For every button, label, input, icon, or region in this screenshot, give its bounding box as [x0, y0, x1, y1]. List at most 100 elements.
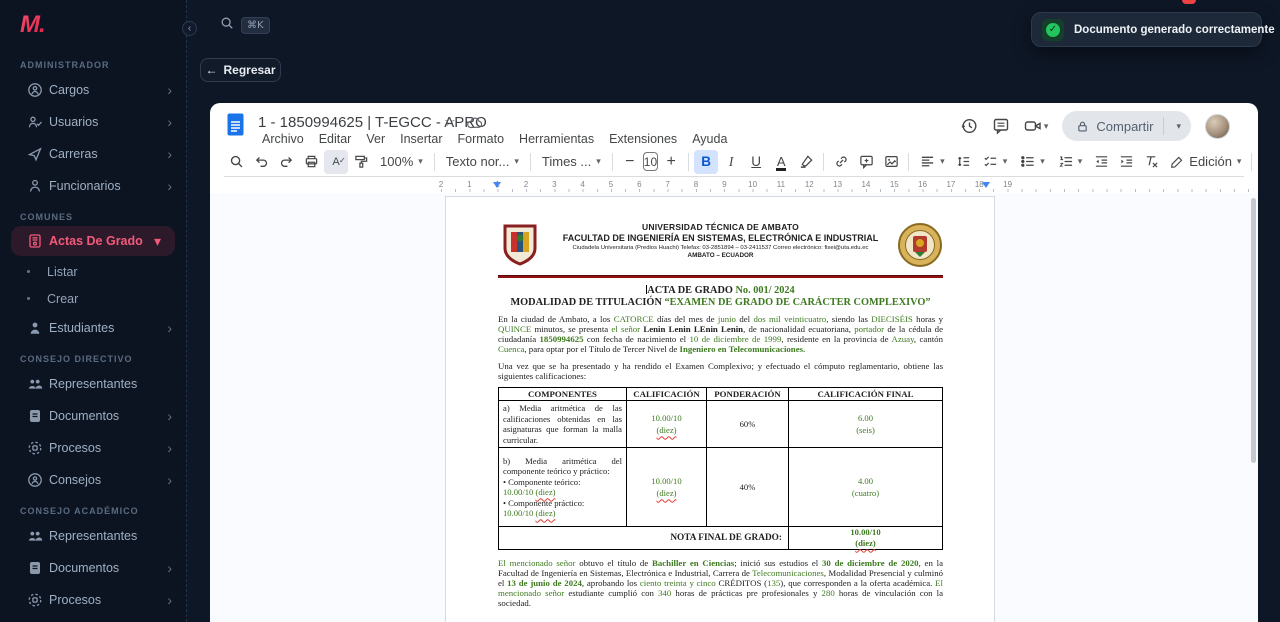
menu-extensiones[interactable]: Extensiones	[603, 131, 683, 147]
sidebar-item-label: Representantes	[49, 377, 137, 391]
sidebar-item-cargos[interactable]: Cargos ›	[0, 74, 186, 106]
spellcheck-icon[interactable]: A✓	[324, 150, 348, 174]
redo-icon[interactable]	[274, 150, 298, 174]
divider	[612, 153, 613, 171]
document-page[interactable]: UNIVERSIDAD TÉCNICA DE AMBATO FACULTAD D…	[445, 196, 995, 622]
text-color-button[interactable]: A	[769, 150, 793, 174]
version-history-icon[interactable]	[960, 117, 978, 135]
sidebar-item-funcionarios[interactable]: Funcionarios ›	[0, 170, 186, 202]
bold-button[interactable]: B	[694, 150, 718, 174]
undo-icon[interactable]	[249, 150, 273, 174]
sidebar-item-label: Estudiantes	[49, 321, 114, 335]
sidebar-item-usuarios[interactable]: Usuarios ›	[0, 106, 186, 138]
sidebar-item-actas-de-grado[interactable]: Actas De Grado ▾	[11, 226, 175, 256]
sidebar-subitem-listar[interactable]: Listar	[0, 258, 186, 285]
sidebar-item-consejos[interactable]: Consejos ›	[0, 464, 186, 496]
sidebar-item-representantes-academico[interactable]: Representantes	[0, 520, 186, 552]
bullet-dot	[27, 270, 30, 273]
nota-final-value: 10.00/10(diez)	[789, 527, 943, 550]
document-canvas: UNIVERSIDAD TÉCNICA DE AMBATO FACULTAD D…	[210, 193, 1258, 622]
sidebar-item-label: Carreras	[49, 147, 98, 161]
back-button[interactable]: ← Regresar	[200, 58, 281, 82]
paragraph-style-select[interactable]: Texto nor...▾	[440, 150, 525, 174]
letterhead-text: UNIVERSIDAD TÉCNICA DE AMBATO FACULTAD D…	[544, 222, 897, 259]
chevron-right-icon: ›	[167, 593, 172, 607]
menu-formato[interactable]: Formato	[452, 131, 511, 147]
right-indent-marker[interactable]	[982, 182, 990, 188]
comments-icon[interactable]	[992, 117, 1010, 135]
share-caret-icon[interactable]: ▾	[1170, 121, 1187, 132]
increase-indent-icon[interactable]	[1114, 150, 1138, 174]
acta-title: ACTA DE GRADO No. 001/ 2024	[498, 285, 943, 297]
font-family-select[interactable]: Times ...▾	[536, 150, 607, 174]
sidebar-item-estudiantes[interactable]: Estudiantes ›	[0, 312, 186, 344]
add-comment-icon[interactable]	[854, 150, 878, 174]
sidebar-item-label: Funcionarios	[49, 179, 121, 193]
share-button[interactable]: Compartir ▾	[1062, 111, 1191, 141]
caret-down-icon: ▾	[1044, 121, 1049, 132]
decrease-font-icon[interactable]: −	[618, 150, 642, 174]
chevron-right-icon: ›	[167, 115, 172, 129]
toolbar-search-icon[interactable]	[224, 150, 248, 174]
print-icon[interactable]	[299, 150, 323, 174]
menu-ver[interactable]: Ver	[360, 131, 391, 147]
divider	[434, 153, 435, 171]
align-select[interactable]: ▾	[914, 150, 951, 174]
chevron-right-icon: ›	[167, 147, 172, 161]
decrease-indent-icon[interactable]	[1089, 150, 1113, 174]
underline-button[interactable]: U	[744, 150, 768, 174]
university-name: UNIVERSIDAD TÉCNICA DE AMBATO	[548, 222, 893, 232]
section-label-comunes: COMUNES	[20, 212, 186, 222]
increase-font-icon[interactable]: +	[659, 150, 683, 174]
highlight-color-icon[interactable]	[794, 150, 818, 174]
app-logo[interactable]: M.	[0, 0, 186, 50]
cloud-status-icon[interactable]	[466, 116, 482, 129]
doc-paragraph-exam: Una vez que se ha presentado y ha rendid…	[498, 362, 943, 382]
header-actions: ▾ Compartir ▾	[960, 111, 1230, 141]
checklist-select[interactable]: ▾	[977, 150, 1014, 174]
paint-format-icon[interactable]	[349, 150, 373, 174]
editor-scrollbar[interactable]	[1251, 198, 1256, 463]
editing-mode-select[interactable]: Edición▾	[1164, 150, 1247, 174]
left-indent-marker[interactable]	[493, 182, 501, 188]
chevron-right-icon: ›	[167, 561, 172, 575]
insert-image-icon[interactable]	[879, 150, 903, 174]
global-search[interactable]: ⌘K	[220, 16, 270, 35]
menu-insertar[interactable]: Insertar	[394, 131, 448, 147]
sidebar-item-procesos-directivo[interactable]: Procesos ›	[0, 432, 186, 464]
success-check-icon: ✓	[1042, 19, 1064, 41]
clear-formatting-icon[interactable]	[1139, 150, 1163, 174]
user-check-icon	[27, 114, 43, 130]
person-icon	[27, 178, 43, 194]
sidebar-collapse-button[interactable]: ‹	[182, 21, 197, 36]
meet-call-control[interactable]: ▾	[1024, 117, 1049, 135]
line-spacing-icon[interactable]	[952, 150, 976, 174]
hide-menus-icon[interactable]	[1256, 150, 1258, 174]
menu-editar[interactable]: Editar	[313, 131, 358, 147]
italic-button[interactable]: I	[719, 150, 743, 174]
sidebar-item-procesos-academico[interactable]: Procesos ›	[0, 584, 186, 616]
menu-archivo[interactable]: Archivo	[256, 131, 310, 147]
sidebar-item-documentos-academico[interactable]: Documentos ›	[0, 552, 186, 584]
sidebar-subitem-crear[interactable]: Crear	[0, 285, 186, 312]
doc-paragraph-history: El mencionado señor obtuvo el título de …	[498, 559, 943, 609]
chevron-right-icon: ›	[167, 409, 172, 423]
user-avatar[interactable]	[1205, 114, 1230, 139]
sidebar-item-representantes-directivo[interactable]: Representantes	[0, 368, 186, 400]
document-letterhead: UNIVERSIDAD TÉCNICA DE AMBATO FACULTAD D…	[498, 222, 943, 273]
star-icon[interactable]: ☆	[444, 115, 456, 130]
bulleted-list-select[interactable]: ▾	[1014, 150, 1051, 174]
numbered-list-select[interactable]: ▾	[1052, 150, 1089, 174]
sidebar-item-documentos-directivo[interactable]: Documentos ›	[0, 400, 186, 432]
menu-bar: Archivo Editar Ver Insertar Formato Herr…	[256, 131, 733, 147]
video-call-icon	[1024, 117, 1042, 135]
font-size-input[interactable]: 10	[643, 152, 658, 171]
sidebar-item-carreras[interactable]: Carreras ›	[0, 138, 186, 170]
sidebar-item-label: Consejos	[49, 473, 101, 487]
process-icon	[27, 440, 43, 456]
zoom-select[interactable]: 100%▾	[374, 150, 429, 174]
menu-herramientas[interactable]: Herramientas	[513, 131, 600, 147]
insert-link-icon[interactable]	[829, 150, 853, 174]
success-toast: ✓ Documento generado correctamente ×	[1031, 12, 1262, 47]
menu-ayuda[interactable]: Ayuda	[686, 131, 733, 147]
